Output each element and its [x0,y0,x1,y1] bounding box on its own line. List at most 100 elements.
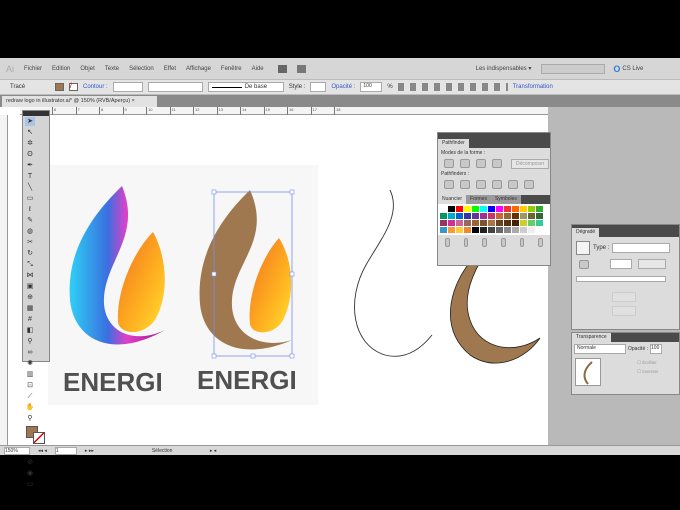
draw-mode-icon[interactable]: ◉ [25,469,35,478]
exclude-button[interactable] [492,159,502,168]
lasso-icon[interactable]: ʘ [25,150,35,159]
swatch[interactable] [504,213,511,219]
merge-button[interactable] [476,180,486,189]
status-menu-button[interactable]: ▸ ◂ [210,448,216,454]
gradient-angle-field[interactable] [610,259,632,269]
swatch[interactable] [448,220,455,226]
swatch[interactable] [520,227,527,233]
delete-swatch-button[interactable] [538,238,544,247]
tab-symbols[interactable]: Symboles [490,195,521,204]
swatch[interactable] [528,213,535,219]
artboard-number-field[interactable]: 1 [54,446,77,455]
swatch[interactable] [480,213,487,219]
swatch[interactable] [440,213,447,219]
screen-mode-icon[interactable]: ▭ [25,480,35,489]
swatch[interactable] [528,227,535,233]
swatch-options-button[interactable] [482,238,488,247]
swatch[interactable] [488,227,495,233]
swatch[interactable] [464,220,471,226]
swatch[interactable] [528,220,535,226]
intersect-button[interactable] [476,159,486,168]
flame-brown[interactable] [199,189,295,359]
none-mode-icon[interactable]: ⊘ [25,458,35,467]
tab-brushes[interactable]: Formes [466,195,491,204]
gradient-preview[interactable] [576,241,590,255]
swatch[interactable] [440,220,447,226]
line-tool-icon[interactable]: ╲ [25,183,35,192]
flame-original[interactable] [69,186,165,345]
pen-tool-icon[interactable]: ✒ [25,161,35,170]
new-group-button[interactable] [501,238,506,247]
stroke-color-box[interactable] [33,432,45,444]
blend-mode-select[interactable]: Normale [574,344,626,354]
swatch[interactable] [440,206,447,212]
swatch[interactable] [472,213,479,219]
hand-tool-icon[interactable]: ✋ [25,403,35,412]
scale-tool-icon[interactable]: ⤡ [25,260,35,269]
crop-button[interactable] [492,180,502,189]
swatch[interactable] [456,206,463,212]
swatch[interactable] [496,206,503,212]
expand-button[interactable]: Décomposer [511,158,550,169]
swatch[interactable] [512,213,519,219]
swatch[interactable] [480,206,487,212]
blend-tool-icon[interactable]: ∞ [25,348,35,357]
swatch[interactable] [536,213,543,219]
minus-front-button[interactable] [460,159,470,168]
swatch[interactable] [520,220,527,226]
divide-button[interactable] [444,180,454,189]
swatch[interactable] [448,213,455,219]
swatch[interactable] [496,227,503,233]
minus-back-button[interactable] [524,180,534,189]
tab-transparency[interactable]: Transparence [572,333,611,342]
graph-tool-icon[interactable]: ▥ [25,370,35,379]
next-artboard-button[interactable]: ▸ ▸▸ [85,448,94,454]
unite-button[interactable] [444,159,454,168]
free-transform-icon[interactable]: ▣ [25,282,35,291]
width-tool-icon[interactable]: ⋈ [25,271,35,280]
gradient-tool-icon[interactable]: ◧ [25,326,35,335]
shape-builder-icon[interactable]: ⊕ [25,293,35,302]
gradient-slider[interactable] [576,276,666,282]
swatch[interactable] [448,206,455,212]
rectangle-tool-icon[interactable]: ▭ [25,194,35,203]
tab-swatches[interactable]: Nuancier [438,195,467,204]
swatch[interactable] [496,213,503,219]
magic-wand-icon[interactable]: ✲ [25,139,35,148]
swatch[interactable] [480,227,487,233]
direct-selection-tool-icon[interactable]: ↖ [25,128,35,137]
swatch-library-button[interactable] [445,238,450,247]
swatch[interactable] [472,220,479,226]
swatch[interactable] [528,206,535,212]
swatch[interactable] [504,220,511,226]
swatch[interactable] [448,227,455,233]
outline-button[interactable] [508,180,518,189]
zoom-select[interactable]: 150% [4,446,30,455]
mesh-tool-icon[interactable]: # [25,315,35,324]
swatch[interactable] [520,206,527,212]
symbol-sprayer-icon[interactable]: ✺ [25,359,35,368]
swatch[interactable] [496,220,503,226]
reverse-gradient-button[interactable] [579,260,589,269]
swatch[interactable] [520,213,527,219]
prev-artboard-button[interactable]: ◂◂ ◂ [38,448,47,454]
swatch[interactable] [456,227,463,233]
swatch-grid[interactable] [438,204,550,235]
swatch-kind-button[interactable] [463,238,469,247]
swatch[interactable] [488,206,495,212]
brush-tool-icon[interactable]: ℓ [25,205,35,214]
swatch[interactable] [456,220,463,226]
new-swatch-button[interactable] [519,238,525,247]
swatch[interactable] [464,213,471,219]
swatch[interactable] [464,227,471,233]
selection-tool-icon[interactable]: ➤ [25,117,35,126]
blob-brush-icon[interactable]: ◍ [25,227,35,236]
type-tool-icon[interactable]: T [25,172,35,181]
swatch[interactable] [472,206,479,212]
flame-outline[interactable] [354,189,433,357]
perspective-icon[interactable]: ▦ [25,304,35,313]
tab-pathfinder[interactable]: Pathfinder [438,139,469,148]
flame-brown-partial[interactable] [449,261,541,364]
scissors-icon[interactable]: ✂ [25,238,35,247]
swatch[interactable] [512,220,519,226]
